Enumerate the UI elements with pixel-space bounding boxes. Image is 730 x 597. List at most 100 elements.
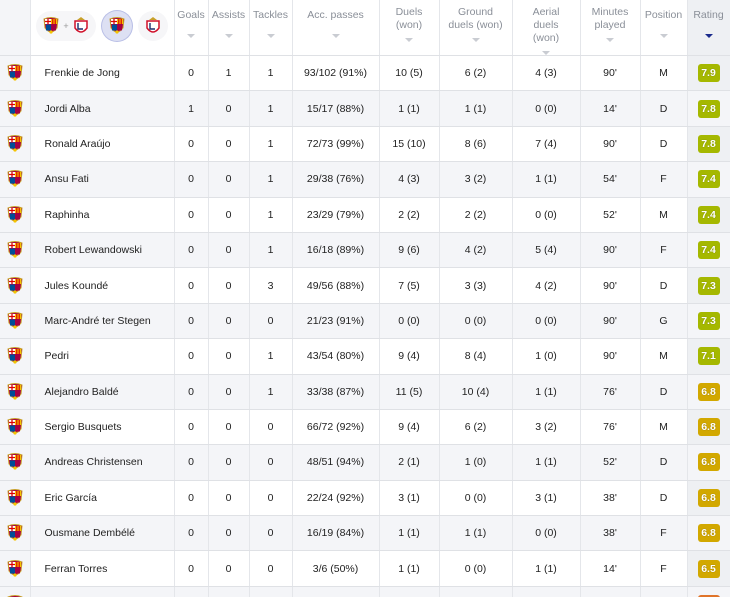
table-row[interactable]: Raphinha 0 0 1 23/29 (79%) 2 (2) 2 (2) 0 (0) 52'…: [0, 197, 730, 233]
column-header-ground[interactable]: Ground duels (won): [439, 0, 513, 56]
table-row[interactable]: Frenkie de Jong 0 1 1 93/102 (91%) 10 (5) 6 (2…: [0, 55, 730, 92]
player-name[interactable]: Robert Lewandowski: [30, 232, 175, 269]
stat-goals: 0: [174, 586, 209, 597]
stat-ground: 6 (2): [439, 55, 513, 92]
stat-minutes: 76': [580, 409, 641, 446]
barcelona-crest-icon: [6, 488, 24, 508]
filter-barcelona-button[interactable]: [101, 11, 132, 41]
stat-position: M: [640, 55, 688, 92]
player-name[interactable]: Jules Koundé: [30, 267, 175, 304]
rating-badge: 7.9: [697, 64, 720, 83]
column-header-rating[interactable]: Rating: [687, 0, 730, 56]
table-row[interactable]: Eric García 0 0 0 22/24 (92%) 3 (1) 0 (0) 3 (1)…: [0, 480, 730, 517]
osasuna-crest-icon: [72, 16, 90, 36]
player-name[interactable]: Raphinha: [30, 197, 175, 233]
stat-passes: 29/38 (76%): [292, 161, 380, 198]
table-row[interactable]: Marc-André ter Stegen 0 0 0 21/23 (91%) 0 (0)…: [0, 303, 730, 340]
stat-assists: 0: [208, 267, 250, 304]
stat-assists: 0: [208, 303, 250, 340]
sort-arrow-icon[interactable]: [224, 34, 233, 38]
table-row[interactable]: Ferran Torres 0 0 0 3/6 (50%) 1 (1) 0 (0) 1 (1)…: [0, 550, 730, 587]
stat-ground: 10 (4): [439, 374, 513, 410]
column-header-assists[interactable]: Assists: [208, 0, 250, 56]
player-name[interactable]: Ferran Torres: [30, 550, 175, 587]
team-logo-cell: [0, 161, 31, 198]
player-name[interactable]: Sergio Busquets: [30, 409, 175, 446]
filter-osasuna-button[interactable]: [137, 11, 168, 41]
stat-tackles: 0: [249, 444, 293, 481]
table-row[interactable]: Sergio Busquets 0 0 0 66/72 (92%) 9 (4) 6 (2) 3…: [0, 409, 730, 446]
stat-tackles: 0: [249, 303, 293, 340]
player-name[interactable]: Eric García: [30, 480, 175, 517]
stat-minutes: 90': [580, 303, 641, 340]
table-row[interactable]: Andreas Christensen 0 0 0 48/51 (94%) 2 (1) 1 …: [0, 444, 730, 481]
sort-arrow-icon[interactable]: [331, 34, 340, 38]
stat-goals: 0: [174, 338, 209, 375]
stat-assists: 0: [208, 232, 250, 269]
stat-ground: 0 (0): [439, 303, 513, 340]
table-row[interactable]: Robert Lewandowski 0 0 1 16/18 (89%) 9 (6) 4 (…: [0, 232, 730, 269]
column-header-label: Rating: [693, 9, 724, 21]
stat-position: M: [640, 197, 688, 233]
stat-minutes: 90': [580, 232, 641, 269]
column-header-label: Minutes played: [591, 6, 629, 31]
stat-minutes: 52': [580, 197, 641, 233]
player-name[interactable]: Andreas Christensen: [30, 444, 175, 481]
sort-arrow-icon[interactable]: [704, 34, 713, 38]
stat-aerial: 4 (3): [512, 55, 581, 92]
stat-duels: 11 (5): [379, 374, 440, 410]
player-name[interactable]: Ousmane Dembélé: [30, 515, 175, 552]
table-row[interactable]: Pedri 0 0 1 43/54 (80%) 9 (4) 8 (4) 1 (0) 90' M 7.…: [0, 338, 730, 375]
stat-position: F: [640, 232, 688, 269]
column-header-minutes[interactable]: Minutes played: [580, 0, 641, 56]
player-name[interactable]: Jordi Alba: [30, 90, 175, 127]
table-row[interactable]: Gavi00114/17 (82%)5 (2)5 (2)0 (0)36'M6.3: [0, 586, 730, 597]
player-name[interactable]: Pedri: [30, 338, 175, 375]
sort-arrow-icon[interactable]: [405, 38, 413, 42]
sort-arrow-icon[interactable]: [187, 34, 195, 38]
column-header-tackles[interactable]: Tackles: [249, 0, 293, 56]
sort-arrow-icon[interactable]: [471, 38, 480, 42]
stat-position: M: [640, 409, 688, 446]
team-filter: +: [30, 0, 175, 56]
table-row[interactable]: Ronald Araújo 0 0 1 72/73 (99%) 15 (10) 8 (6) 7…: [0, 126, 730, 163]
sort-arrow-icon[interactable]: [266, 34, 275, 38]
stat-passes: 93/102 (91%): [292, 55, 380, 92]
table-row[interactable]: Alejandro Baldé 0 0 1 33/38 (87%) 11 (5) 10 (4…: [0, 374, 730, 410]
column-header-label: Duels (won): [395, 6, 423, 31]
player-name[interactable]: Alejandro Baldé: [30, 374, 175, 410]
player-name[interactable]: Ronald Araújo: [30, 126, 175, 163]
table-row[interactable]: Ousmane Dembélé 0 0 0 16/19 (84%) 1 (1) 1 (1) 0…: [0, 515, 730, 552]
sort-arrow-icon[interactable]: [606, 38, 614, 42]
barcelona-crest-icon: [6, 240, 24, 260]
table-row[interactable]: Jordi Alba 1 0 1 15/17 (88%) 1 (1) 1 (1) 0 (0) 1…: [0, 90, 730, 127]
column-header-position[interactable]: Position: [640, 0, 688, 56]
player-name[interactable]: Ansu Fati: [30, 161, 175, 198]
team-logo-cell: [0, 550, 31, 587]
stat-assists: 0: [208, 586, 250, 597]
column-header-aerial[interactable]: Aerial duels (won): [512, 0, 581, 56]
sort-arrow-icon[interactable]: [542, 51, 550, 55]
stat-assists: 0: [208, 90, 250, 127]
stat-duels: 3 (1): [379, 480, 440, 517]
player-name[interactable]: Frenkie de Jong: [30, 55, 175, 92]
rating-badge: 7.4: [697, 205, 720, 224]
stat-aerial: 1 (1): [512, 374, 581, 410]
column-header-goals[interactable]: Goals: [174, 0, 209, 56]
filter-both-teams-button[interactable]: +: [36, 11, 96, 41]
stat-ground: 1 (1): [439, 515, 513, 552]
column-header-duels[interactable]: Duels (won): [379, 0, 440, 56]
rating-badge: 7.4: [697, 241, 720, 260]
stat-tackles: 1: [249, 338, 293, 375]
stat-assists: 0: [208, 444, 250, 481]
table-row[interactable]: Jules Koundé 0 0 3 49/56 (88%) 7 (5) 3 (3) 4 (2…: [0, 267, 730, 304]
player-name[interactable]: Gavi: [30, 586, 175, 597]
barcelona-crest-icon: [6, 559, 24, 579]
column-header-passes[interactable]: Acc. passes: [292, 0, 380, 56]
rating-badge: 6.8: [697, 488, 720, 507]
barcelona-crest-icon: [6, 417, 24, 437]
player-name[interactable]: Marc-André ter Stegen: [30, 303, 175, 340]
table-row[interactable]: Ansu Fati 0 0 1 29/38 (76%) 4 (3) 3 (2) 1 (1) 54…: [0, 161, 730, 198]
column-header-label: Acc. passes: [307, 9, 364, 21]
sort-arrow-icon[interactable]: [659, 34, 668, 38]
